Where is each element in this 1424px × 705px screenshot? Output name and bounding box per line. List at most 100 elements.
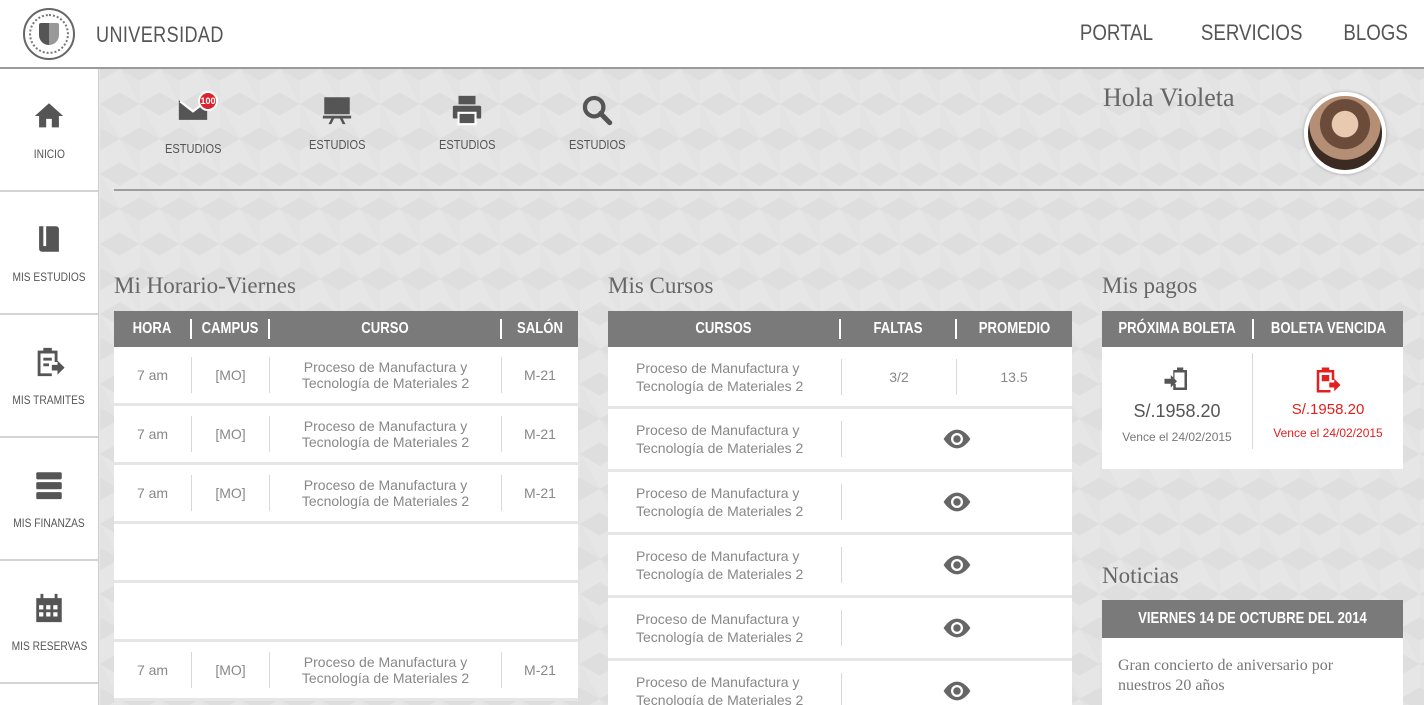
eye-icon [943,429,971,449]
eye-icon [943,492,971,512]
col-boleta-vencida: BOLETA VENCIDA [1270,320,1387,337]
avatar[interactable] [1304,92,1386,174]
view-button[interactable] [842,423,1072,455]
cell-curso: Proceso de Manufactura y Tecnología de Ma… [270,418,501,450]
news-date: VIERNES 14 DE OCTUBRE DEL 2014 [1138,610,1367,627]
view-button[interactable] [842,675,1072,705]
col-separator [190,319,192,339]
top-nav: PORTAL SERVICIOS BLOGS [1067,20,1408,46]
calendar-icon [36,593,62,622]
col-separator [955,319,957,339]
notification-badge: 100 [198,91,218,111]
sidebar-item-label: MIS FINANZAS [13,515,85,530]
pagos-title: Mis pagos [1102,273,1198,298]
curso-line-2: Tecnología de Materiales 2 [636,566,804,582]
curso-line-1: Proceso de Manufactura y [636,611,800,627]
news-item[interactable]: Gran concierto de aniversario por nuestr… [1102,638,1403,705]
view-button[interactable] [842,549,1072,581]
clipboard-arrow-icon [37,347,65,376]
cursos-title: Mis Cursos [608,273,714,298]
table-row[interactable]: Proceso de Manufactura y Tecnología de Ma… [608,661,1072,705]
cell-promedio: 13.5 [1000,368,1028,385]
curso-line-1: Proceso de Manufactura y [636,359,800,376]
curso-line-2: Tecnología de Materiales 2 [301,375,470,391]
sidebar-item-inicio[interactable]: INICIO [0,69,98,192]
curso-line-1: Proceso de Manufactura y [636,548,800,564]
printer-icon [452,95,482,126]
cell-curso: Proceso de Manufactura y Tecnología de Ma… [608,359,841,395]
view-button[interactable] [842,612,1072,644]
cell-salon: M-21 [524,426,556,442]
cell-salon: M-21 [524,367,556,383]
curso-line-2: Tecnología de Materiales 2 [301,493,470,509]
sidebar: INICIO MIS ESTUDIOS MIS TRAMITES MIS FIN… [0,69,99,705]
cell-campus: [MO] [215,485,246,501]
table-row[interactable]: Proceso de Manufactura y Tecnología de Ma… [608,347,1072,409]
nav-portal[interactable]: PORTAL [1080,20,1153,46]
nav-blogs[interactable]: BLOGS [1344,20,1408,46]
horario-table: HORA CAMPUS CURSO SALÓN 7 am [MO] Proces… [114,311,578,701]
pagos-table: PRÓXIMA BOLETA BOLETA VENCIDA [1102,311,1403,347]
curso-line-2: Tecnología de Materiales 2 [636,440,804,456]
quick-action-label: ESTUDIOS [438,137,496,152]
sidebar-item-mis-estudios[interactable]: MIS ESTUDIOS [0,192,98,315]
cell-campus: [MO] [215,426,246,442]
proxima-boleta[interactable]: S/.1958.20 Vence el 24/02/2015 [1102,347,1252,469]
quick-action-desktop[interactable]: ESTUDIOS [292,93,382,152]
cell-curso: Proceso de Manufactura y Tecnología de Ma… [608,421,841,457]
curso-line-2: Tecnología de Materiales 2 [301,434,470,450]
cell-curso: Proceso de Manufactura y Tecnología de Ma… [270,477,501,509]
quick-action-label: ESTUDIOS [308,137,366,152]
cell-salon: M-21 [524,662,556,678]
table-row[interactable]: 7 am [MO] Proceso de Manufactura y Tecnol… [114,642,578,701]
table-row[interactable]: 7 am [MO] Proceso de Manufactura y Tecnol… [114,347,578,406]
cell-curso: Proceso de Manufactura y Tecnología de Ma… [608,673,841,705]
curso-line-2: Tecnología de Materiales 2 [636,503,804,519]
col-separator [500,319,502,339]
quick-action-label: ESTUDIOS [568,137,626,152]
view-button[interactable] [842,486,1072,518]
col-promedio: PROMEDIO [978,320,1051,337]
table-row[interactable]: 7 am [MO] Proceso de Manufactura y Tecnol… [114,406,578,465]
sidebar-item-mis-finanzas[interactable]: MIS FINANZAS [0,438,98,561]
curso-line-1: Proceso de Manufactura y [636,674,800,690]
nav-servicios[interactable]: SERVICIOS [1201,20,1303,46]
quick-action-print[interactable]: ESTUDIOS [422,93,512,152]
horario-header: HORA CAMPUS CURSO SALÓN [114,311,578,347]
sidebar-item-label: MIS ESTUDIOS [12,269,86,284]
curso-line-1: Proceso de Manufactura y [303,418,468,434]
curso-line-1: Proceso de Manufactura y [303,359,468,375]
curso-line-2: Tecnología de Materiales 2 [636,629,804,645]
col-cursos: CURSOS [695,320,752,337]
greeting: Hola Violeta [1103,83,1235,112]
horario-title: Mi Horario-Viernes [114,273,296,298]
sidebar-item-label: INICIO [33,146,65,161]
table-row[interactable]: Proceso de Manufactura y Tecnología de Ma… [608,535,1072,598]
col-hora: HORA [132,320,172,337]
table-row[interactable]: 7 am [MO] Proceso de Manufactura y Tecnol… [114,465,578,524]
cell-salon: M-21 [524,485,556,501]
sidebar-item-label: MIS RESERVAS [11,638,87,653]
sidebar-item-mis-reservas[interactable]: MIS RESERVAS [0,561,98,684]
cell-curso: Proceso de Manufactura y Tecnología de Ma… [608,547,841,583]
eye-icon [943,681,971,701]
university-logo[interactable] [23,8,75,60]
quick-action-mail[interactable]: 100 ESTUDIOS [148,91,238,156]
col-separator [839,319,841,339]
table-row[interactable]: Proceso de Manufactura y Tecnología de Ma… [608,409,1072,472]
clipboard-arrow-icon [1164,367,1187,390]
col-salon: SALÓN [517,320,563,337]
proxima-due: Vence el 24/02/2015 [1122,430,1232,444]
boleta-vencida[interactable]: S/.1958.20 Vence el 24/02/2015 [1253,347,1403,469]
pagos-header: PRÓXIMA BOLETA BOLETA VENCIDA [1102,311,1403,347]
quick-action-search[interactable]: ESTUDIOS [552,93,642,152]
proxima-amount: S/.1958.20 [1133,401,1221,421]
brand-name[interactable]: UNIVERSIDAD [96,22,224,48]
sidebar-item-mis-tramites[interactable]: MIS TRAMITES [0,315,98,438]
cell-curso: Proceso de Manufactura y Tecnología de Ma… [270,654,501,686]
table-row[interactable]: Proceso de Manufactura y Tecnología de Ma… [608,598,1072,661]
table-row[interactable]: Proceso de Manufactura y Tecnología de Ma… [608,472,1072,535]
search-icon [582,95,613,126]
eye-icon [943,618,971,638]
curso-line-2: Tecnología de Materiales 2 [301,670,470,686]
